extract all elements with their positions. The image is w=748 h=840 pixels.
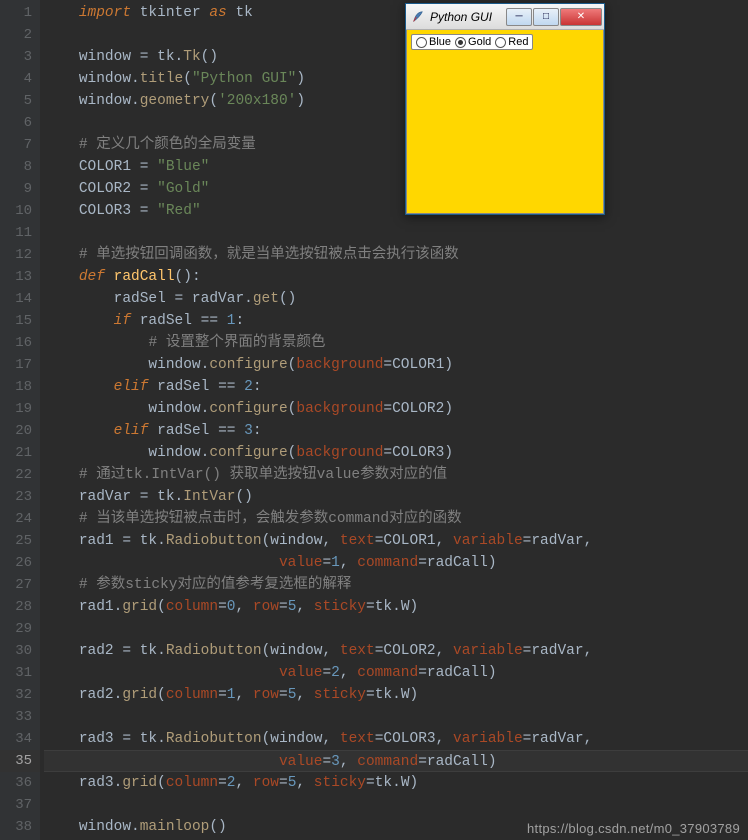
line-number: 33 [0, 706, 40, 728]
line-number: 30 [0, 640, 40, 662]
line-number: 16 [0, 332, 40, 354]
tk-body: Blue Gold Red [406, 30, 604, 214]
radio-group: Blue Gold Red [411, 34, 533, 50]
code-line[interactable] [44, 794, 748, 816]
line-number-gutter: 1234567891011121314151617181920212223242… [0, 0, 40, 840]
code-line[interactable]: rad3.grid(column=2, row=5, sticky=tk.W) [44, 772, 748, 794]
line-number: 4 [0, 68, 40, 90]
code-line[interactable]: window = tk.Tk() [44, 46, 748, 68]
code-line[interactable]: window.title("Python GUI") [44, 68, 748, 90]
code-line[interactable]: rad1 = tk.Radiobutton(window, text=COLOR… [44, 530, 748, 552]
line-number: 34 [0, 728, 40, 750]
code-line[interactable]: window.geometry('200x180') [44, 90, 748, 112]
code-line[interactable] [44, 112, 748, 134]
line-number: 13 [0, 266, 40, 288]
code-line[interactable] [44, 24, 748, 46]
line-number: 12 [0, 244, 40, 266]
code-line[interactable]: elif radSel == 3: [44, 420, 748, 442]
code-line[interactable]: rad1.grid(column=0, row=5, sticky=tk.W) [44, 596, 748, 618]
code-line[interactable]: rad3 = tk.Radiobutton(window, text=COLOR… [44, 728, 748, 750]
code-line[interactable]: import tkinter as tk [44, 2, 748, 24]
code-line[interactable]: radVar = tk.IntVar() [44, 486, 748, 508]
line-number: 23 [0, 486, 40, 508]
code-area[interactable]: import tkinter as tk window = tk.Tk() wi… [40, 0, 748, 840]
code-line[interactable]: rad2.grid(column=1, row=5, sticky=tk.W) [44, 684, 748, 706]
code-editor[interactable]: 1234567891011121314151617181920212223242… [0, 0, 748, 840]
radio-circle-icon [455, 37, 466, 48]
code-line[interactable]: # 参数sticky对应的值参考复选框的解释 [44, 574, 748, 596]
line-number: 32 [0, 684, 40, 706]
line-number: 26 [0, 552, 40, 574]
radio-label: Gold [468, 36, 491, 48]
line-number: 7 [0, 134, 40, 156]
maximize-button[interactable]: □ [533, 8, 559, 26]
code-line[interactable]: COLOR1 = "Blue" [44, 156, 748, 178]
line-number: 8 [0, 156, 40, 178]
code-line[interactable]: elif radSel == 2: [44, 376, 748, 398]
radio-circle-icon [495, 37, 506, 48]
code-line[interactable]: rad2 = tk.Radiobutton(window, text=COLOR… [44, 640, 748, 662]
code-line[interactable] [44, 618, 748, 640]
line-number: 9 [0, 178, 40, 200]
code-line[interactable]: radSel = radVar.get() [44, 288, 748, 310]
line-number: 37 [0, 794, 40, 816]
line-number: 10 [0, 200, 40, 222]
line-number: 3 [0, 46, 40, 68]
line-number: 2 [0, 24, 40, 46]
code-line[interactable]: window.configure(background=COLOR3) [44, 442, 748, 464]
radio-gold[interactable]: Gold [454, 36, 492, 48]
titlebar[interactable]: Python GUI ─ □ ✕ [406, 4, 604, 30]
line-number: 24 [0, 508, 40, 530]
code-line[interactable]: COLOR3 = "Red" [44, 200, 748, 222]
line-number: 15 [0, 310, 40, 332]
line-number: 14 [0, 288, 40, 310]
line-number: 25 [0, 530, 40, 552]
code-line[interactable] [44, 706, 748, 728]
code-line[interactable]: def radCall(): [44, 266, 748, 288]
line-number: 17 [0, 354, 40, 376]
tk-feather-icon [410, 9, 426, 25]
line-number: 6 [0, 112, 40, 134]
line-number: 22 [0, 464, 40, 486]
line-number: 21 [0, 442, 40, 464]
code-line[interactable]: window.configure(background=COLOR1) [44, 354, 748, 376]
line-number: 19 [0, 398, 40, 420]
line-number: 31 [0, 662, 40, 684]
line-number: 20 [0, 420, 40, 442]
line-number: 1 [0, 2, 40, 24]
code-line[interactable]: # 定义几个颜色的全局变量 [44, 134, 748, 156]
code-line[interactable]: # 设置整个界面的背景颜色 [44, 332, 748, 354]
code-line[interactable]: if radSel == 1: [44, 310, 748, 332]
line-number: 35 [0, 750, 40, 772]
line-number: 11 [0, 222, 40, 244]
line-number: 38 [0, 816, 40, 838]
code-line[interactable]: COLOR2 = "Gold" [44, 178, 748, 200]
code-line[interactable]: # 通过tk.IntVar() 获取单选按钮value参数对应的值 [44, 464, 748, 486]
radio-blue[interactable]: Blue [415, 36, 452, 48]
radio-red[interactable]: Red [494, 36, 529, 48]
minimize-button[interactable]: ─ [506, 8, 532, 26]
code-line[interactable] [44, 222, 748, 244]
code-line[interactable]: # 当该单选按钮被点击时，会触发参数command对应的函数 [44, 508, 748, 530]
code-line[interactable]: value=2, command=radCall) [44, 662, 748, 684]
radio-label: Blue [429, 36, 451, 48]
line-number: 29 [0, 618, 40, 640]
line-number: 27 [0, 574, 40, 596]
line-number: 36 [0, 772, 40, 794]
code-line[interactable]: # 单选按钮回调函数，就是当单选按钮被点击会执行该函数 [44, 244, 748, 266]
close-button[interactable]: ✕ [560, 8, 602, 26]
code-line[interactable]: value=1, command=radCall) [44, 552, 748, 574]
radio-label: Red [508, 36, 528, 48]
radio-circle-icon [416, 37, 427, 48]
line-number: 28 [0, 596, 40, 618]
line-number: 5 [0, 90, 40, 112]
line-number: 18 [0, 376, 40, 398]
code-line[interactable]: value=3, command=radCall) [44, 750, 748, 772]
code-line[interactable]: window.configure(background=COLOR2) [44, 398, 748, 420]
python-gui-window[interactable]: Python GUI ─ □ ✕ Blue Gold Red [405, 3, 605, 215]
window-buttons: ─ □ ✕ [506, 8, 602, 26]
window-title: Python GUI [430, 10, 506, 24]
watermark-text: https://blog.csdn.net/m0_37903789 [527, 821, 740, 836]
